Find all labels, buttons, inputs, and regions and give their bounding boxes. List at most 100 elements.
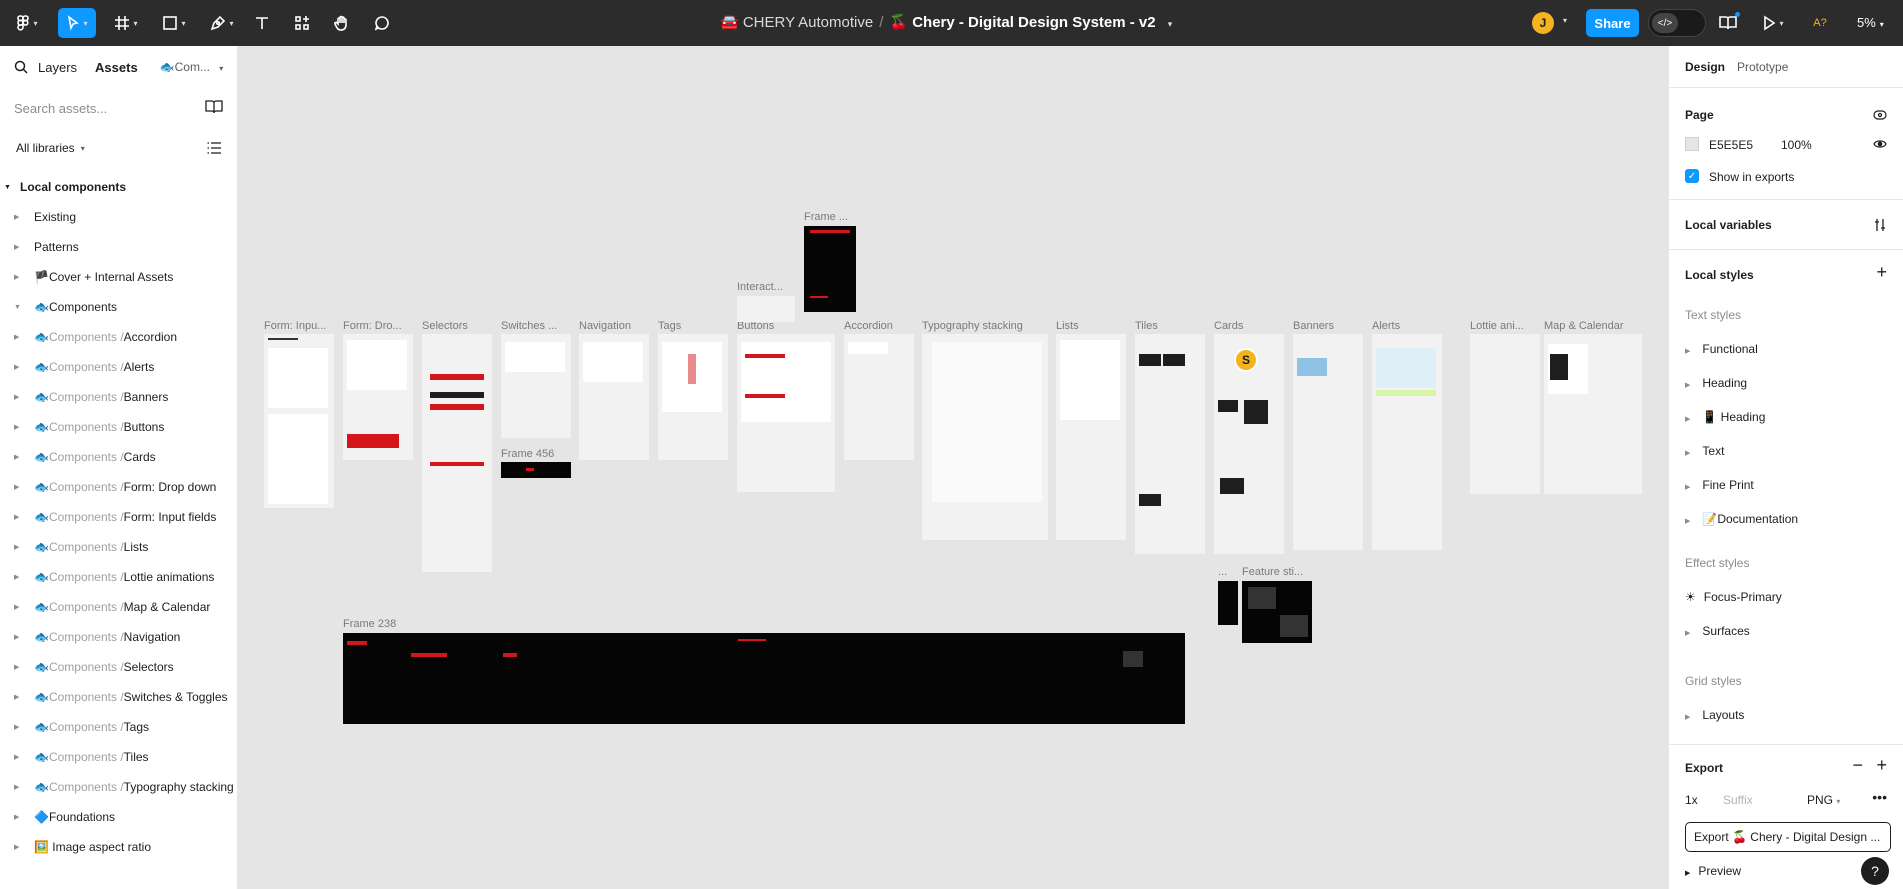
local-variables-heading[interactable]: Local variables — [1685, 218, 1772, 232]
chevron-right-icon[interactable]: ▶ — [14, 813, 24, 821]
chevron-right-icon[interactable]: ▶ — [14, 423, 24, 431]
team-name[interactable]: 🚘 CHERY Automotive — [720, 14, 873, 31]
list-item[interactable]: ▶ 🐟Components / Map & Calendar — [0, 592, 237, 622]
frame-label[interactable]: Banners — [1293, 320, 1334, 332]
search-input[interactable]: Search assets... — [14, 101, 107, 116]
frame-switches[interactable] — [501, 334, 571, 438]
comment-tool-button[interactable] — [370, 8, 394, 38]
effect-style-item[interactable]: ▶ Surfaces — [1685, 624, 1750, 638]
export-scale[interactable]: 1x — [1685, 793, 1698, 807]
chevron-right-icon[interactable]: ▶ — [14, 333, 24, 341]
frame-456[interactable] — [501, 462, 571, 478]
frame-label[interactable]: Feature sti... — [1242, 566, 1303, 578]
chevron-right-icon[interactable]: ▶ — [14, 753, 24, 761]
libraries-dropdown[interactable]: All libraries — [16, 141, 75, 155]
frame-label[interactable]: Frame ... — [804, 211, 848, 223]
plus-icon[interactable]: + — [1876, 755, 1887, 776]
list-item[interactable]: ▶ 🐟Components / Alerts — [0, 352, 237, 382]
resources-button[interactable] — [290, 8, 314, 38]
list-item[interactable]: ▶ 🐟Components / Switches & Toggles — [0, 682, 237, 712]
frame-238[interactable] — [343, 633, 1185, 724]
move-tool-button[interactable]: ▾ — [58, 8, 96, 38]
list-item[interactable]: ▶ 🐟Components / Buttons — [0, 412, 237, 442]
frame-feature[interactable] — [1242, 581, 1312, 643]
main-menu-button[interactable]: ▾ — [10, 8, 44, 38]
frame-small-dark[interactable] — [1218, 581, 1238, 625]
frame-label[interactable]: Frame 456 — [501, 448, 554, 460]
checkbox-checked-icon[interactable]: ✓ — [1685, 169, 1699, 183]
list-item[interactable]: ▶ 🐟Components / Tiles — [0, 742, 237, 772]
page-color-value[interactable]: E5E5E5 — [1709, 138, 1753, 152]
frame-form-input[interactable] — [264, 334, 334, 508]
list-item[interactable]: ▶ 🐟Components / Lists — [0, 532, 237, 562]
hand-tool-button[interactable] — [330, 8, 354, 38]
text-style-item[interactable]: ▶ Heading — [1685, 376, 1747, 390]
list-item[interactable]: ▶ 🐟Components / Selectors — [0, 652, 237, 682]
frame-label[interactable]: Typography stacking — [922, 320, 1023, 332]
library-button[interactable] — [1716, 8, 1740, 38]
chevron-down-icon[interactable]: ▾ — [1168, 19, 1173, 29]
eye-dropper-icon[interactable] — [1873, 108, 1887, 122]
chevron-right-icon[interactable]: ▶ — [14, 273, 24, 281]
frame-label[interactable]: Lottie ani... — [1470, 320, 1524, 332]
chevron-right-icon[interactable]: ▶ — [14, 483, 24, 491]
file-title[interactable]: 🚘 CHERY Automotive / 🍒 Chery - Digital Des… — [720, 13, 1172, 31]
chevron-right-icon[interactable]: ▶ — [14, 243, 24, 251]
frame-label[interactable]: Selectors — [422, 320, 468, 332]
list-item[interactable]: ▼ 🐟Components — [0, 292, 237, 322]
list-item[interactable]: ▶ 🐟Components / Form: Input fields — [0, 502, 237, 532]
shape-tool-button[interactable]: ▾ — [156, 8, 192, 38]
chevron-right-icon[interactable]: ▶ — [14, 843, 24, 851]
list-item[interactable]: ▶ 🐟Components / Lottie animations — [0, 562, 237, 592]
grid-style-item[interactable]: ▶ Layouts — [1685, 708, 1744, 722]
frame-label[interactable]: Cards — [1214, 320, 1243, 332]
frame-accordion[interactable] — [844, 334, 914, 460]
list-item[interactable]: ▶ 🐟Components / Typography stacking — [0, 772, 237, 802]
chevron-right-icon[interactable]: ▶ — [14, 543, 24, 551]
chevron-right-icon[interactable]: ▶ — [14, 573, 24, 581]
tab-layers[interactable]: Layers — [38, 60, 77, 75]
tab-prototype[interactable]: Prototype — [1737, 60, 1788, 74]
chevron-right-icon[interactable]: ▶ — [14, 663, 24, 671]
frame-navigation[interactable] — [579, 334, 649, 460]
export-button[interactable]: Export 🍒 Chery - Digital Design ... — [1685, 822, 1891, 852]
effect-style-item[interactable]: ☀ Focus-Primary — [1685, 590, 1782, 604]
chevron-right-icon[interactable]: ▶ — [14, 363, 24, 371]
chevron-right-icon[interactable]: ▶ — [14, 783, 24, 791]
search-icon[interactable] — [14, 60, 28, 74]
text-style-item[interactable]: ▶ Text — [1685, 444, 1724, 458]
list-item[interactable]: ▶ Existing — [0, 202, 237, 232]
frame-buttons[interactable] — [737, 334, 835, 492]
chevron-right-icon[interactable]: ▶ — [14, 693, 24, 701]
text-tool-button[interactable] — [250, 8, 274, 38]
variables-icon[interactable] — [1873, 218, 1887, 232]
list-item[interactable]: ▶ 🐟Components / Tags — [0, 712, 237, 742]
text-style-item[interactable]: ▶ Functional — [1685, 342, 1758, 356]
chevron-right-icon[interactable]: ▶ — [14, 603, 24, 611]
list-view-icon[interactable] — [207, 141, 221, 155]
frame-alerts[interactable] — [1372, 334, 1442, 550]
asset-search[interactable]: Search assets... — [0, 88, 237, 128]
frame-form-dropdown[interactable] — [343, 334, 413, 460]
canvas[interactable]: Form: Inpu... Form: Dro... Selectors Swi… — [238, 46, 1668, 889]
frame-label[interactable]: Alerts — [1372, 320, 1400, 332]
file-name[interactable]: 🍒 Chery - Digital Design System - v2 — [889, 14, 1155, 31]
frame-lottie[interactable] — [1470, 334, 1540, 494]
list-item[interactable]: ▶ 🔷Foundations — [0, 802, 237, 832]
frame-banners[interactable] — [1293, 334, 1363, 550]
frame-label[interactable]: Navigation — [579, 320, 631, 332]
library-filter[interactable]: All libraries ▾ — [0, 128, 237, 168]
chevron-down-icon[interactable]: ▾ — [1563, 16, 1567, 25]
list-item[interactable]: ▶ 🐟Components / Form: Drop down — [0, 472, 237, 502]
list-item[interactable]: ▶ 🖼️ Image aspect ratio — [0, 832, 237, 862]
frame-map-calendar[interactable] — [1544, 334, 1642, 494]
frame-interact[interactable] — [737, 296, 795, 322]
book-icon[interactable] — [205, 100, 223, 114]
share-button[interactable]: Share — [1586, 9, 1639, 37]
frame-tool-button[interactable]: ▾ — [108, 8, 144, 38]
frame-label[interactable]: Frame 238 — [343, 618, 396, 630]
export-suffix-input[interactable]: Suffix — [1723, 793, 1753, 807]
list-item[interactable]: ▶ 🏴Cover + Internal Assets — [0, 262, 237, 292]
text-style-item[interactable]: ▶ 📱 Heading — [1685, 410, 1765, 424]
frame-label[interactable]: Map & Calendar — [1544, 320, 1624, 332]
